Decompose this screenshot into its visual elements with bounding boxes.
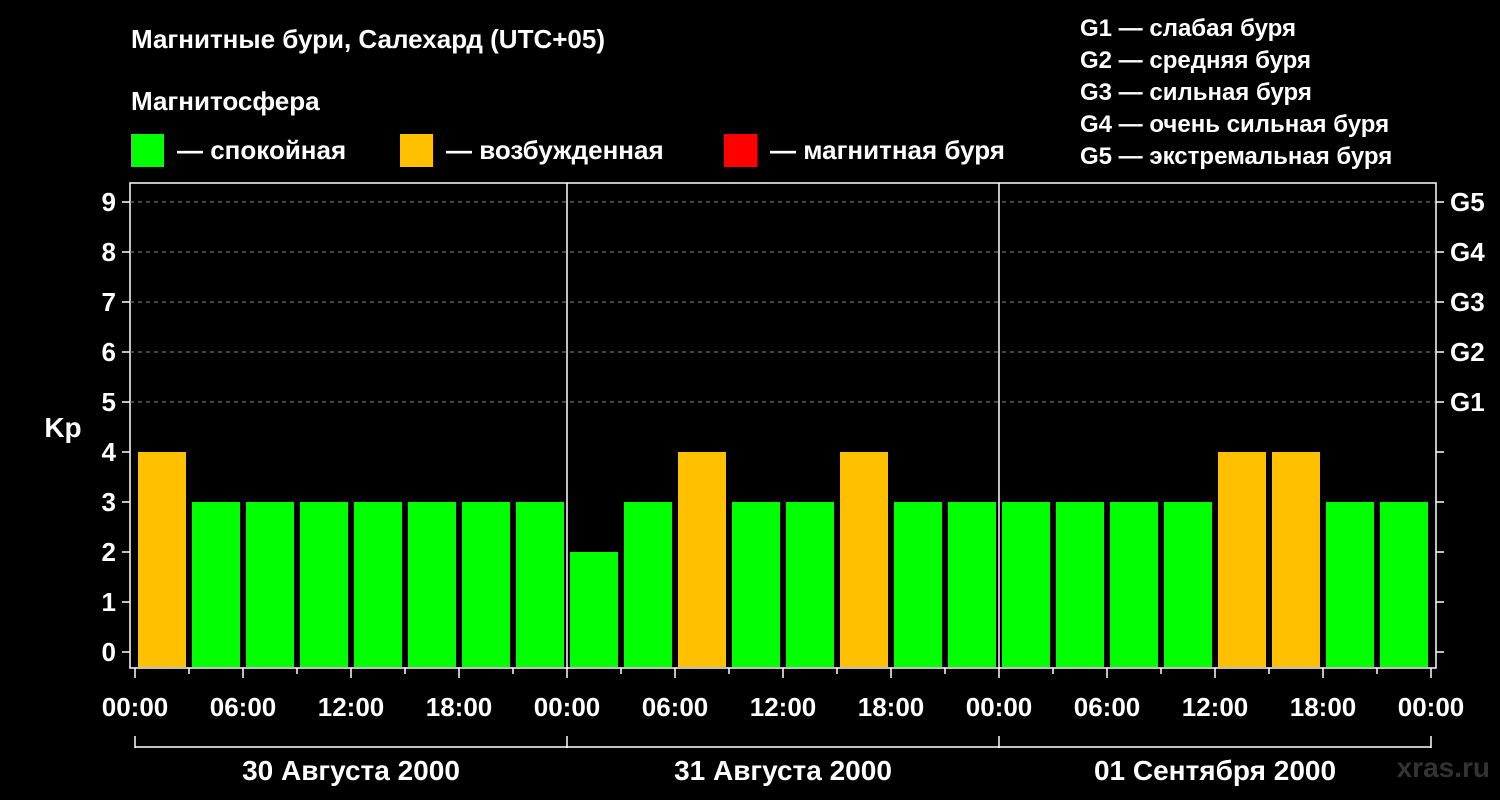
x-tick-label-11: 18:00: [1290, 692, 1357, 722]
bar-5: [408, 502, 456, 667]
bar-4: [354, 502, 402, 667]
x-tick-label-6: 12:00: [750, 692, 817, 722]
x-tick-label-0: 00:00: [102, 692, 169, 722]
x-tick-label-5: 06:00: [642, 692, 709, 722]
x-tick-label-3: 18:00: [426, 692, 493, 722]
y-tick-label-7: 7: [102, 287, 116, 317]
bar-9: [624, 502, 672, 667]
day-label-1: 31 Августа 2000: [674, 755, 892, 786]
bar-17: [1056, 502, 1104, 667]
y-tick-label-6: 6: [102, 337, 116, 367]
bar-0: [138, 452, 186, 667]
y-tick-label-8: 8: [102, 237, 116, 267]
x-tick-label-2: 12:00: [318, 692, 385, 722]
x-tick-label-8: 00:00: [966, 692, 1033, 722]
bar-1: [192, 502, 240, 667]
bar-15: [948, 502, 996, 667]
x-tick-label-12: 00:00: [1398, 692, 1465, 722]
bar-7: [516, 502, 564, 667]
y-tick-label-0: 0: [102, 637, 116, 667]
day-label-0: 30 Августа 2000: [242, 755, 460, 786]
bar-12: [786, 502, 834, 667]
y-axis-label: Kp: [44, 412, 81, 443]
y-tick-label-5: 5: [102, 387, 116, 417]
bar-21: [1272, 452, 1320, 667]
right-axis-label-g4: G4: [1450, 237, 1485, 267]
bar-19: [1164, 502, 1212, 667]
y-tick-label-3: 3: [102, 487, 116, 517]
bar-23: [1380, 502, 1428, 667]
right-axis-label-g1: G1: [1450, 387, 1485, 417]
bar-14: [894, 502, 942, 667]
bar-11: [732, 502, 780, 667]
x-tick-label-10: 12:00: [1182, 692, 1249, 722]
x-tick-label-4: 00:00: [534, 692, 601, 722]
right-axis-label-g2: G2: [1450, 337, 1485, 367]
bar-2: [246, 502, 294, 667]
bar-8: [570, 552, 618, 667]
bar-13: [840, 452, 888, 667]
x-tick-label-1: 06:00: [210, 692, 277, 722]
bar-18: [1110, 502, 1158, 667]
bar-22: [1326, 502, 1374, 667]
bar-3: [300, 502, 348, 667]
y-tick-label-1: 1: [102, 587, 116, 617]
x-tick-label-9: 06:00: [1074, 692, 1141, 722]
kp-bar-chart: 0 1 2 3 4 5 6 7 8 9 G1 G2 G3 G4 G5 Kp 00:00 06:00 12:00 18:…: [44, 182, 1485, 786]
bar-10: [678, 452, 726, 667]
bar-16: [1002, 502, 1050, 667]
y-tick-label-2: 2: [102, 537, 116, 567]
bar-6: [462, 502, 510, 667]
bar-20: [1218, 452, 1266, 667]
right-axis-label-g5: G5: [1450, 187, 1485, 217]
y-tick-label-9: 9: [102, 187, 116, 217]
right-axis-label-g3: G3: [1450, 287, 1485, 317]
y-tick-label-4: 4: [102, 437, 117, 467]
watermark: xras.ru: [1396, 752, 1490, 783]
day-label-2: 01 Сентября 2000: [1094, 755, 1336, 786]
x-tick-label-7: 18:00: [858, 692, 925, 722]
